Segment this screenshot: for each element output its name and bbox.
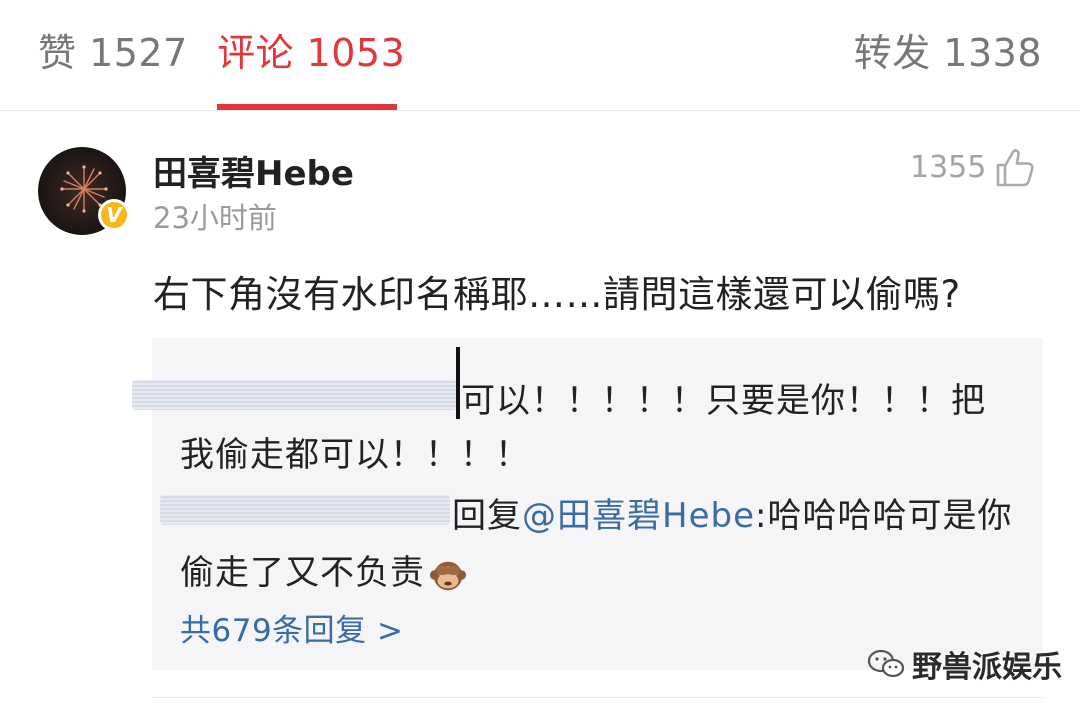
reply-prefix: 回复: [452, 496, 522, 536]
comment-like-count: 1355: [910, 150, 987, 185]
blurred-username-2: [160, 495, 450, 525]
reply-1-line-2: 我偷走都可以！！！！: [180, 435, 530, 475]
text-cursor: [456, 347, 460, 419]
comment-text: 右下角沒有水印名稱耶……請問這樣還可以偷嗎?: [153, 273, 961, 316]
reply-2-line-1: 回复@田喜碧Hebe:哈哈哈哈可是你: [452, 488, 1012, 537]
reply-2-line-2: 偷走了又不负责: [180, 545, 467, 594]
blurred-username-1: [132, 380, 457, 410]
active-tab-indicator: [217, 104, 397, 110]
comment-username[interactable]: 田喜碧Hebe: [153, 146, 354, 195]
thumbs-up-icon[interactable]: [992, 146, 1036, 190]
tab-likes[interactable]: 赞 1527: [38, 22, 188, 77]
watermark: 野兽派娱乐: [866, 646, 1062, 685]
view-all-replies-link[interactable]: 共679条回复 >: [180, 605, 404, 650]
tab-comments[interactable]: 评论 1053: [217, 22, 405, 77]
tab-bar: 赞 1527 评论 1053 转发 1338: [0, 0, 1080, 111]
tab-reposts[interactable]: 转发 1338: [854, 22, 1042, 77]
see-no-evil-monkey-icon: [429, 561, 467, 590]
reply-mention-link[interactable]: @田喜碧Hebe: [522, 496, 755, 536]
wechat-icon: [867, 649, 905, 678]
reply-1-line-1: 可以！！！！！只要是你！！！把: [461, 381, 986, 421]
comment-time: 23小时前: [153, 201, 277, 235]
verified-badge: V: [98, 199, 130, 231]
watermark-text: 野兽派娱乐: [912, 650, 1062, 685]
reply-2-text: :哈哈哈哈可是你: [754, 496, 1013, 536]
reply-2-text-cont: 偷走了又不负责: [180, 553, 425, 593]
divider: [152, 697, 1043, 698]
